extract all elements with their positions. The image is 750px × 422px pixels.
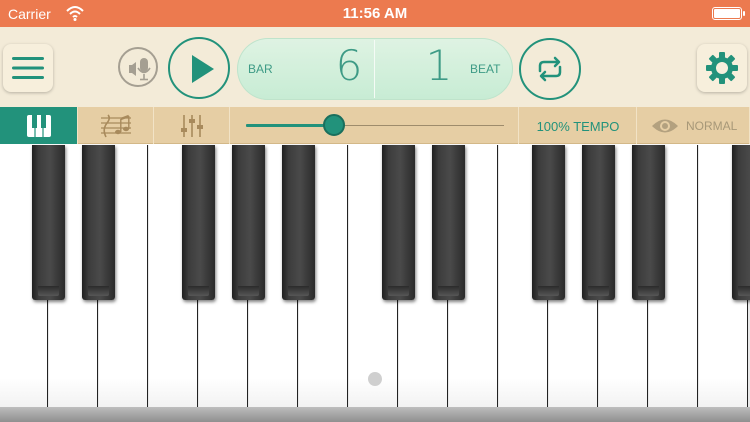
eye-icon	[652, 119, 678, 133]
keyboard-base	[0, 407, 750, 422]
tab-mixer[interactable]	[154, 107, 230, 144]
black-key[interactable]	[382, 145, 415, 300]
tempo-button[interactable]: 100% TEMPO	[519, 107, 637, 144]
voice-record-button[interactable]	[118, 47, 158, 87]
tab-piano[interactable]	[0, 107, 78, 144]
black-key[interactable]	[282, 145, 315, 300]
transport-toolbar: BAR 6 1 BEAT	[0, 27, 750, 107]
loop-icon	[538, 56, 562, 82]
mode-toolbar: 100% TEMPO NORMAL	[0, 107, 750, 144]
scroll-indicator	[368, 372, 382, 386]
play-button[interactable]	[168, 37, 230, 99]
view-mode-label: NORMAL	[686, 119, 738, 133]
beat-value: 1	[425, 41, 453, 90]
tempo-label: 100% TEMPO	[536, 119, 620, 134]
bar-beat-counter: BAR 6 1 BEAT	[237, 38, 513, 100]
play-icon	[192, 55, 214, 83]
tab-score[interactable]	[78, 107, 154, 144]
counter-divider	[374, 40, 375, 98]
black-key[interactable]	[432, 145, 465, 300]
voice-record-icon	[129, 58, 151, 81]
slider-fill	[246, 124, 334, 127]
black-key[interactable]	[632, 145, 665, 300]
menu-button[interactable]	[3, 44, 53, 92]
mixer-sliders-icon	[181, 115, 203, 137]
black-key[interactable]	[732, 145, 750, 300]
bar-value: 6	[335, 41, 363, 90]
hamburger-menu-icon	[12, 57, 44, 79]
view-mode-button[interactable]: NORMAL	[637, 107, 750, 144]
status-time: 11:56 AM	[342, 5, 408, 22]
black-key[interactable]	[232, 145, 265, 300]
battery-icon	[712, 7, 745, 20]
black-key[interactable]	[182, 145, 215, 300]
sheet-music-icon	[101, 114, 131, 138]
black-key[interactable]	[82, 145, 115, 300]
loop-button[interactable]	[519, 38, 581, 100]
black-key[interactable]	[582, 145, 615, 300]
black-key[interactable]	[32, 145, 65, 300]
tempo-slider[interactable]	[230, 107, 519, 144]
gear-icon	[706, 52, 738, 84]
piano-keyboard	[0, 145, 750, 422]
black-key[interactable]	[532, 145, 565, 300]
beat-label: BEAT	[470, 62, 501, 76]
piano-keys-icon	[27, 115, 51, 137]
bar-label: BAR	[248, 62, 273, 76]
slider-thumb[interactable]	[322, 114, 345, 136]
status-bar: Carrier 11:56 AM	[0, 0, 750, 27]
settings-button[interactable]	[697, 44, 747, 92]
